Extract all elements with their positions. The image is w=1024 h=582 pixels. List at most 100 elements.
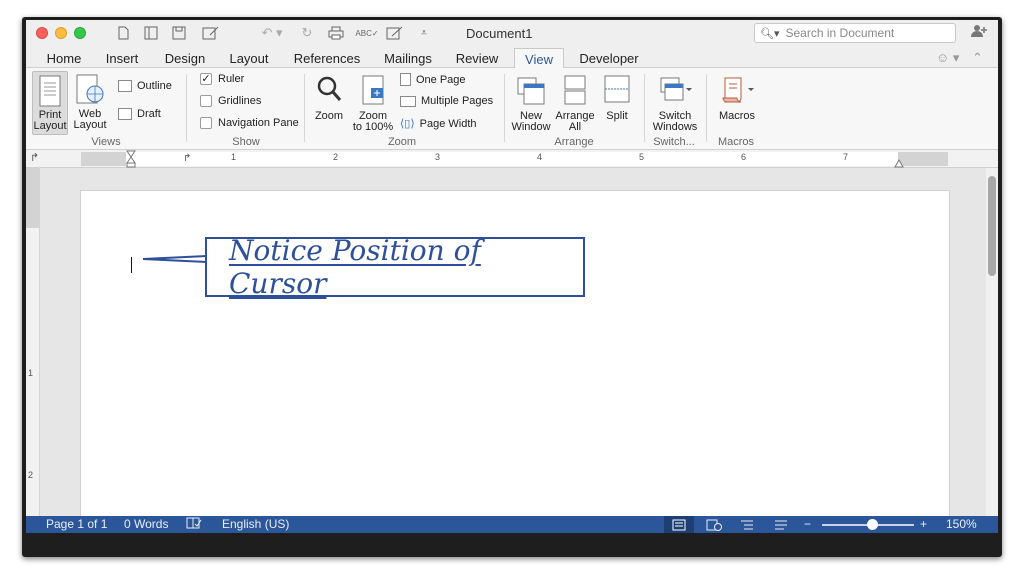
print-layout-button[interactable]: Print Layout <box>32 71 68 135</box>
callout-text: Notice Position of Cursor <box>229 234 481 300</box>
one-page-button[interactable]: One Page <box>400 73 466 86</box>
undo-icon[interactable]: ↶ ▾ <box>258 24 286 42</box>
page-count[interactable]: Page 1 of 1 <box>46 517 107 531</box>
new-window-button[interactable]: New Window <box>510 74 552 136</box>
new-window-label-2: Window <box>511 121 551 133</box>
zoom-window-button[interactable] <box>74 27 86 39</box>
ribbon-tabs: Home Insert Design Layout References Mai… <box>26 46 998 69</box>
views-group-label: Views <box>91 136 121 148</box>
new-window-icon <box>516 74 546 108</box>
ruler-checkbox[interactable]: ✓ Ruler <box>200 73 244 85</box>
zoom-slider-thumb[interactable] <box>867 519 878 530</box>
macro-scroll-icon <box>719 74 755 108</box>
redo-icon[interactable]: ↻ <box>298 24 316 42</box>
vertical-scrollbar[interactable] <box>986 168 998 516</box>
zoom-out-button[interactable]: − <box>804 517 811 531</box>
web-layout-view-icon[interactable] <box>706 519 722 533</box>
vertical-ruler-number: 2 <box>28 470 34 480</box>
page-width-button[interactable]: ⟨▯⟩ Page Width <box>400 117 477 131</box>
word-window: ↶ ▾ ↻ ABC✓ ⩡ Document1 🔍︎▾ Search in Doc… <box>26 20 998 533</box>
navigation-pane-checkbox[interactable]: Navigation Pane <box>200 117 299 129</box>
horizontal-ruler[interactable]: ↱ ↱ 1 2 3 4 5 6 7 <box>26 150 998 168</box>
outline-label: Outline <box>137 80 172 92</box>
vertical-ruler-number: 1 <box>28 368 34 378</box>
customize-toolbar-icon[interactable]: ⩡ <box>416 24 432 42</box>
callout-pointer <box>143 255 207 263</box>
arrange-all-button[interactable]: Arrange All <box>554 74 596 136</box>
tab-layout[interactable]: Layout <box>224 48 274 69</box>
ruler-number: 4 <box>537 152 543 162</box>
outline-view-icon[interactable] <box>740 519 754 533</box>
templates-icon[interactable] <box>142 24 160 42</box>
spelling-icon[interactable]: ABC✓ <box>355 24 378 42</box>
switch-windows-label-2: Windows <box>652 121 698 133</box>
share-icon[interactable] <box>970 24 988 41</box>
zoom-button[interactable]: Zoom <box>312 74 346 134</box>
collapse-ribbon-icon[interactable]: ⌃ <box>972 50 983 66</box>
save-icon[interactable] <box>170 24 188 42</box>
split-button[interactable]: Split <box>600 74 634 136</box>
magnifier-icon <box>315 74 343 108</box>
arrange-all-label-2: All <box>568 121 582 133</box>
draft-view-icon[interactable] <box>774 519 788 533</box>
minimize-window-button[interactable] <box>55 27 67 39</box>
ruler-number: 1 <box>231 152 237 162</box>
ruler-number: 5 <box>639 152 645 162</box>
word-count[interactable]: 0 Words <box>124 517 168 531</box>
feedback-smiley-icon[interactable]: ☺ ▾ <box>936 50 959 66</box>
multiple-pages-button[interactable]: Multiple Pages <box>400 95 493 107</box>
tab-stop-icon[interactable]: ↱ <box>183 153 191 164</box>
tab-design[interactable]: Design <box>158 48 212 69</box>
vertical-ruler[interactable]: 1 2 <box>26 168 40 516</box>
group-divider <box>186 74 187 142</box>
track-changes-icon[interactable] <box>384 24 406 42</box>
page-width-icon: ⟨▯⟩ <box>400 118 415 130</box>
zoom-label: Zoom <box>314 110 344 122</box>
edit-document-icon[interactable] <box>200 24 222 42</box>
zoom-level[interactable]: 150% <box>946 517 977 531</box>
tab-view[interactable]: View <box>514 48 564 69</box>
search-input[interactable]: 🔍︎▾ Search in Document <box>754 23 956 43</box>
web-layout-button[interactable]: Web Layout <box>72 74 108 136</box>
tab-home[interactable]: Home <box>40 48 88 69</box>
status-bar: Page 1 of 1 0 Words English (US) − + 150… <box>26 516 998 533</box>
print-icon[interactable] <box>326 24 346 42</box>
macros-button[interactable]: Macros <box>712 74 762 136</box>
zoom-in-button[interactable]: + <box>920 517 927 531</box>
arrange-group-label: Arrange <box>554 136 594 148</box>
zoom-100-button[interactable]: Zoom to 100% <box>350 74 396 136</box>
tab-insert[interactable]: Insert <box>98 48 146 69</box>
outline-icon <box>118 80 132 92</box>
print-layout-view-icon[interactable] <box>672 519 686 533</box>
navigation-pane-check-icon <box>200 117 212 129</box>
print-layout-label-2: Layout <box>33 120 67 132</box>
tab-review[interactable]: Review <box>450 48 504 69</box>
group-divider <box>706 74 707 142</box>
tab-developer[interactable]: Developer <box>572 48 646 69</box>
title-bar: ↶ ▾ ↻ ABC✓ ⩡ Document1 🔍︎▾ Search in Doc… <box>26 20 998 46</box>
switch-windows-button[interactable]: Switch Windows <box>650 74 700 136</box>
outline-button[interactable]: Outline <box>118 80 172 92</box>
language[interactable]: English (US) <box>222 517 289 531</box>
ruler-check-icon: ✓ <box>200 73 212 85</box>
zoom-100-label-2: to 100% <box>352 121 394 133</box>
new-document-icon[interactable] <box>114 24 132 42</box>
text-cursor <box>131 257 132 273</box>
scrollbar-thumb[interactable] <box>988 176 996 276</box>
ruler-number: 2 <box>333 152 339 162</box>
split-label: Split <box>606 110 628 122</box>
close-window-button[interactable] <box>36 27 48 39</box>
zoom-group-label: Zoom <box>387 136 417 148</box>
tab-mailings[interactable]: Mailings <box>378 48 438 69</box>
tab-references[interactable]: References <box>288 48 366 69</box>
document-canvas[interactable]: Notice Position of Cursor <box>40 168 986 530</box>
search-icon: 🔍︎▾ <box>760 27 780 40</box>
gridlines-check-icon <box>200 95 212 107</box>
switch-windows-icon <box>657 74 693 108</box>
tab-selector-icon[interactable]: ↱ <box>30 151 39 164</box>
proofing-icon[interactable] <box>186 517 202 532</box>
gridlines-checkbox[interactable]: Gridlines <box>200 95 261 107</box>
group-divider <box>504 74 505 142</box>
document-page[interactable]: Notice Position of Cursor <box>80 190 950 530</box>
draft-button[interactable]: Draft <box>118 108 161 120</box>
